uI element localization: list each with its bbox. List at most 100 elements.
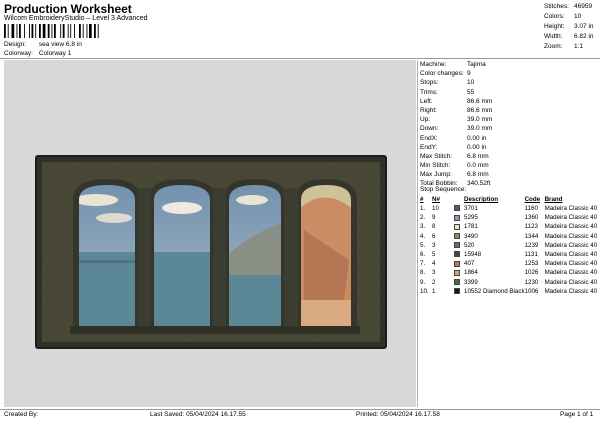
stop-sequence-row: 10. 1 10552 Diamond Black 1006 Madeira Class…	[420, 287, 598, 296]
stat-label: Stitches:	[544, 3, 569, 10]
worksheet-title: Production Worksheet	[4, 2, 132, 16]
color-swatch-cell	[454, 232, 464, 241]
needle-number: 5	[432, 251, 436, 259]
barcode-bar	[89, 24, 92, 38]
stat-row: Stitches: 46959	[544, 2, 598, 12]
machine-info-value: 86.6 mm	[467, 106, 493, 114]
design-value: sea view 6,8 in	[38, 41, 82, 48]
row-number: 7.	[420, 260, 426, 268]
col-number: #	[420, 196, 424, 203]
machine-info-value: 0.00 in	[467, 134, 487, 142]
machine-info-row: Left: 86.6 mm	[420, 97, 598, 106]
needle-number: 10	[432, 205, 439, 213]
barcode-bar	[79, 24, 81, 38]
thread-code: 1006	[524, 287, 539, 295]
window-ledge	[70, 326, 360, 334]
color-swatch	[454, 205, 460, 212]
header-divider	[0, 58, 600, 59]
needle-number: 3	[432, 241, 436, 249]
design-barcode	[4, 24, 99, 38]
machine-info-label: Color changes:	[420, 70, 464, 78]
barcode-bar	[39, 24, 41, 38]
thread-brand: Madeira Classic 40	[544, 241, 598, 249]
stat-value: 46959	[574, 3, 593, 10]
color-swatch	[454, 278, 460, 285]
machine-info-label: Min Stitch:	[420, 162, 451, 170]
machine-info-value: 39.0 mm	[467, 116, 493, 124]
color-swatch-cell	[454, 241, 464, 250]
barcode-bar	[29, 24, 30, 38]
page-number: Page 1 of 1	[560, 411, 594, 418]
created-by: Created By:	[4, 411, 39, 418]
thread-number: 5295	[464, 214, 478, 222]
barcode-bar	[19, 24, 21, 38]
thread-code: 1026	[524, 269, 539, 277]
col-swatch	[454, 195, 464, 204]
design-label: Design:	[4, 41, 27, 48]
color-swatch-cell	[454, 259, 464, 268]
barcode-bar	[67, 24, 69, 38]
barcode-bar	[31, 24, 34, 38]
barcode-bar	[70, 24, 72, 38]
stop-sequence-row: 7. 4 407 1253 Madeira Classic 40	[420, 259, 598, 268]
stop-sequence-row: 8. 3 1864 1026 Madeira Classic 40	[420, 268, 598, 277]
stat-label: Zoom:	[544, 43, 563, 50]
machine-info-row: Max Jump: 6.8 mm	[420, 170, 598, 179]
thread-brand: Madeira Classic 40	[544, 278, 598, 286]
machine-info-label: EndY:	[420, 143, 438, 151]
colorway-row: Colorway: Colorway 1	[4, 50, 71, 57]
thread-description: 10552 Diamond Black	[464, 287, 525, 296]
thread-number: 3399	[464, 278, 478, 286]
thread-code: 1131	[524, 251, 538, 259]
stat-value: 1:1	[574, 43, 584, 50]
row-number: 10.	[420, 287, 429, 295]
thread-number: 10552	[464, 287, 482, 295]
colorway-label: Colorway:	[4, 50, 33, 57]
color-swatch-cell	[454, 222, 464, 231]
barcode-bar	[7, 24, 9, 38]
machine-info-row: Right: 86.6 mm	[420, 106, 598, 115]
barcode-bar	[47, 24, 50, 38]
machine-info-label: Left:	[420, 97, 433, 105]
machine-info-value: 9	[467, 70, 471, 78]
thread-brand: Madeira Classic 40	[544, 214, 598, 222]
stat-row: Width: 6.82 in	[544, 32, 598, 42]
barcode-bar	[60, 24, 62, 38]
stat-label: Colors:	[544, 13, 565, 20]
color-swatch-cell	[454, 250, 464, 259]
stop-sequence-title: Stop Sequence:	[420, 186, 467, 193]
machine-info-row: Down: 39.0 mm	[420, 124, 598, 133]
design-preview-canvas	[4, 60, 416, 407]
machine-info-value: 340.52ft	[467, 180, 491, 188]
col-code: Code	[524, 196, 541, 203]
machine-info-label: EndX:	[420, 134, 438, 142]
stop-sequence-row: 5. 3 520 1239 Madeira Classic 40	[420, 241, 598, 250]
thread-name: Diamond Black	[482, 287, 525, 295]
thread-description: 1864	[464, 268, 525, 277]
barcode-bar	[86, 24, 88, 38]
design-stats: Stitches: 46959 Colors: 10 Height: 3.07 in Wid…	[544, 2, 598, 52]
stat-row: Zoom: 1:1	[544, 42, 598, 52]
machine-info-row: Stops: 10	[420, 78, 598, 87]
thread-code: 1253	[524, 260, 539, 268]
thread-code: 1239	[524, 241, 539, 249]
thread-brand: Madeira Classic 40	[544, 269, 598, 277]
barcode-bar	[11, 24, 15, 38]
stop-sequence-row: 9. 2 3399 1230 Madeira Classic 40	[420, 278, 598, 287]
stat-value: 3.07 in	[574, 23, 594, 30]
printed-date: Printed: 05/04/2024 16.17.58	[356, 411, 440, 418]
stop-sequence-row: 1. 10 3701 1160 Madeira Classic 40	[420, 204, 598, 213]
machine-info-value: 6.8 mm	[467, 152, 489, 160]
row-number: 9.	[420, 278, 426, 286]
machine-info-row: Trims: 55	[420, 88, 598, 97]
color-swatch	[454, 214, 460, 221]
thread-number: 3701	[464, 205, 478, 213]
machine-info-row: Up: 39.0 mm	[420, 115, 598, 124]
machine-info-row: EndY: 0.00 in	[420, 143, 598, 152]
thread-code: 1360	[524, 214, 539, 222]
row-number: 3.	[420, 223, 426, 231]
machine-info-label: Right:	[420, 106, 437, 114]
thread-number: 1781	[464, 223, 478, 231]
machine-info-value: 0.00 in	[467, 143, 487, 151]
machine-info-row: Min Stitch: 0.0 mm	[420, 161, 598, 170]
